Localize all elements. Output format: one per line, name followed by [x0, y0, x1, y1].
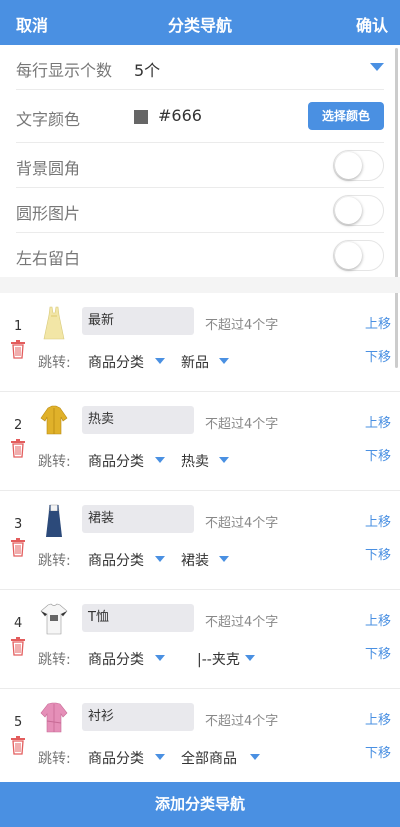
page-title: 分类导航: [167, 16, 232, 35]
item-index: 5: [14, 715, 23, 730]
name-hint: 不超过4个字: [205, 417, 279, 432]
category-select[interactable]: 裙装: [181, 550, 209, 570]
pick-color-button[interactable]: 选择颜色: [308, 102, 384, 130]
category-select[interactable]: |--夹克: [197, 649, 240, 669]
toggle-knob: [335, 242, 362, 269]
move-down-link[interactable]: 下移: [365, 346, 391, 365]
jump-label: 跳转:: [38, 454, 71, 470]
round-image-setting: 圆形图片: [16, 188, 384, 233]
confirm-button[interactable]: 确认: [356, 12, 388, 36]
chevron-down-icon[interactable]: [219, 457, 229, 463]
bg-radius-label: 背景圆角: [16, 159, 81, 178]
item-index: 4: [14, 616, 23, 631]
jump-label: 跳转:: [38, 652, 71, 668]
nav-item: 5 衬衫 不超过4个字 上移 下移 跳转: 商品分类 全部商品: [0, 689, 400, 788]
jacket-icon: [40, 405, 68, 435]
trash-icon[interactable]: [10, 537, 26, 557]
overall-dress-icon: [46, 504, 62, 537]
jump-label: 跳转:: [38, 553, 71, 569]
per-row-label: 每行显示个数: [16, 61, 113, 80]
name-hint: 不超过4个字: [205, 516, 279, 531]
nav-item: 3 裙装 不超过4个字 上移 下移 跳转: 商品分类 裙装: [0, 491, 400, 590]
move-up-link[interactable]: 上移: [365, 412, 391, 431]
item-index: 2: [14, 418, 23, 433]
move-up-link[interactable]: 上移: [365, 610, 391, 629]
toggle-knob: [335, 197, 362, 224]
category-select[interactable]: 新品: [181, 352, 209, 372]
link-type-select[interactable]: 商品分类: [88, 451, 144, 471]
item-index: 1: [14, 319, 23, 334]
color-value: #666: [158, 106, 202, 125]
top-bar: 取消 分类导航 确认: [0, 0, 400, 45]
chevron-down-icon[interactable]: [155, 358, 165, 364]
color-swatch: [134, 110, 148, 124]
nav-name-input[interactable]: 热卖: [82, 406, 194, 434]
nav-item: 1 最新 不超过4个字 上移 下移 跳转: 商品分类 新品: [0, 293, 400, 392]
name-hint: 不超过4个字: [205, 318, 279, 333]
trash-icon[interactable]: [10, 438, 26, 458]
move-up-link[interactable]: 上移: [365, 709, 391, 728]
add-nav-button[interactable]: 添加分类导航: [0, 782, 400, 827]
link-type-select[interactable]: 商品分类: [88, 748, 144, 768]
trash-icon[interactable]: [10, 339, 26, 359]
text-color-label: 文字颜色: [16, 110, 81, 129]
side-margin-setting: 左右留白: [16, 233, 384, 278]
link-type-select[interactable]: 商品分类: [88, 649, 144, 669]
round-image-label: 圆形图片: [16, 204, 81, 223]
category-select[interactable]: 热卖: [181, 451, 209, 471]
tshirt-icon: [40, 603, 68, 635]
side-margin-toggle[interactable]: [333, 240, 384, 271]
category-select[interactable]: 全部商品: [181, 748, 237, 768]
chevron-down-icon[interactable]: [155, 457, 165, 463]
nav-name-input[interactable]: 裙装: [82, 505, 194, 533]
chevron-down-icon[interactable]: [370, 63, 384, 71]
chevron-down-icon[interactable]: [219, 358, 229, 364]
round-image-toggle[interactable]: [333, 195, 384, 226]
chevron-down-icon[interactable]: [155, 556, 165, 562]
per-row-value: 5个: [134, 61, 161, 80]
side-margin-label: 左右留白: [16, 249, 81, 268]
bg-radius-toggle[interactable]: [333, 150, 384, 181]
chevron-down-icon[interactable]: [155, 754, 165, 760]
move-up-link[interactable]: 上移: [365, 313, 391, 332]
nav-name-input[interactable]: 衬衫: [82, 703, 194, 731]
nav-name-input[interactable]: 最新: [82, 307, 194, 335]
move-down-link[interactable]: 下移: [365, 643, 391, 662]
trash-icon[interactable]: [10, 636, 26, 656]
dress-icon: [43, 306, 65, 340]
shirt-icon: [40, 702, 68, 733]
move-down-link[interactable]: 下移: [365, 742, 391, 761]
move-down-link[interactable]: 下移: [365, 445, 391, 464]
per-row-setting[interactable]: 每行显示个数 5个: [16, 45, 384, 90]
link-type-select[interactable]: 商品分类: [88, 352, 144, 372]
text-color-setting: 文字颜色 #666 选择颜色: [16, 90, 384, 143]
chevron-down-icon[interactable]: [219, 556, 229, 562]
bg-radius-setting: 背景圆角: [16, 143, 384, 188]
nav-item: 4 T恤 不超过4个字 上移 下移 跳转: 商品分类 |--夹克: [0, 590, 400, 689]
jump-label: 跳转:: [38, 355, 71, 371]
section-divider: [0, 277, 400, 293]
jump-label: 跳转:: [38, 751, 71, 767]
toggle-knob: [335, 152, 362, 179]
chevron-down-icon[interactable]: [250, 754, 260, 760]
chevron-down-icon[interactable]: [155, 655, 165, 661]
link-type-select[interactable]: 商品分类: [88, 550, 144, 570]
nav-item: 2 热卖 不超过4个字 上移 下移 跳转: 商品分类 热卖: [0, 392, 400, 491]
move-down-link[interactable]: 下移: [365, 544, 391, 563]
item-index: 3: [14, 517, 23, 532]
name-hint: 不超过4个字: [205, 615, 279, 630]
trash-icon[interactable]: [10, 735, 26, 755]
nav-name-input[interactable]: T恤: [82, 604, 194, 632]
move-up-link[interactable]: 上移: [365, 511, 391, 530]
chevron-down-icon[interactable]: [245, 655, 255, 661]
name-hint: 不超过4个字: [205, 714, 279, 729]
